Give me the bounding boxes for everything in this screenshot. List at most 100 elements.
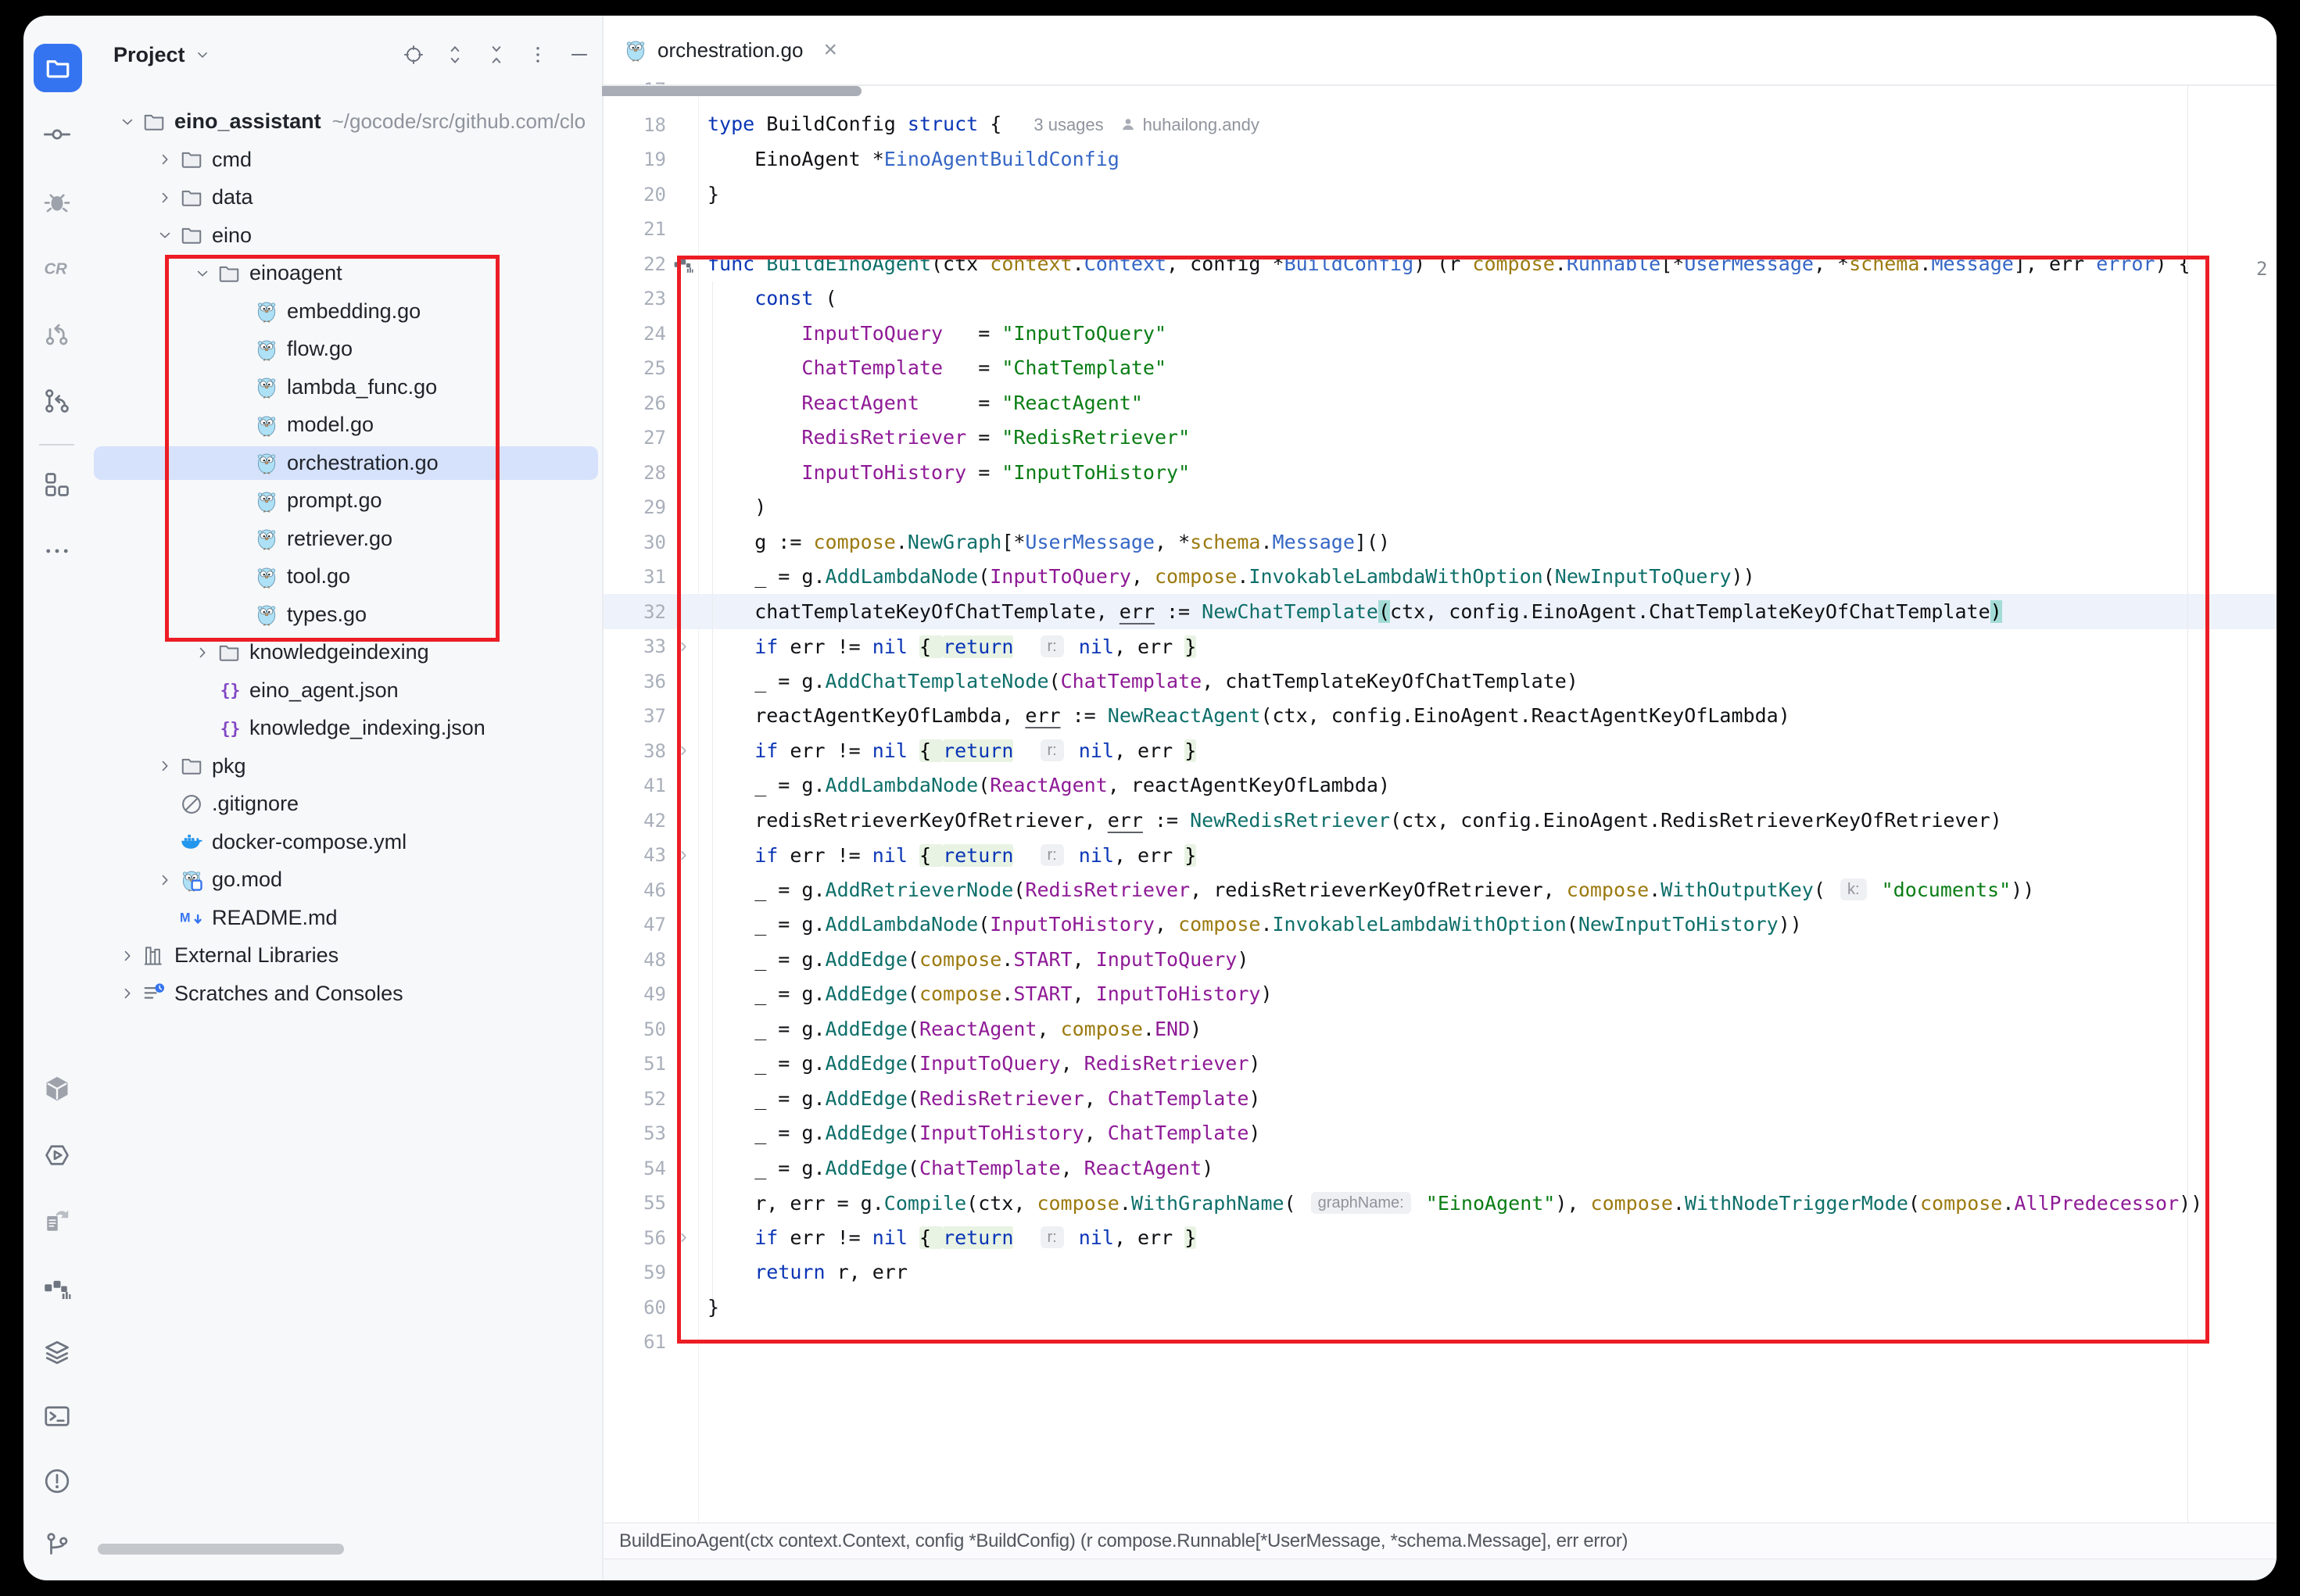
code-line-47[interactable]: 47 _ = g.AddLambdaNode(InputToHistory, c…	[602, 907, 2277, 943]
code-line-43[interactable]: 43 if err != nil { return r: nil, err }	[602, 838, 2277, 873]
md-file-icon: M	[180, 906, 203, 929]
chevron-right-icon[interactable]	[155, 758, 175, 774]
chevron-right-icon[interactable]	[117, 986, 138, 1001]
activity-bar-item-more-dots[interactable]	[23, 529, 90, 573]
code-line-48[interactable]: 48 _ = g.AddEdge(compose.START, InputToQ…	[602, 943, 2277, 978]
chevron-right-icon[interactable]	[117, 948, 138, 964]
code-line-18[interactable]: 18type BuildConfig struct { 3 usageshuha…	[602, 108, 2277, 143]
activity-bar-item-terminal[interactable]	[23, 1394, 90, 1438]
code-line-31[interactable]: 31 _ = g.AddLambdaNode(InputToQuery, com…	[602, 560, 2277, 595]
tree-item-lambda-func-go[interactable]: lambda_func.go	[90, 368, 602, 406]
chevron-right-icon[interactable]	[192, 645, 213, 660]
tree-item-eino-agent-json[interactable]: {}eino_agent.json	[90, 671, 602, 710]
tab-close-icon[interactable]: ×	[823, 38, 837, 62]
code-line-19[interactable]: 19 EinoAgent *EinoAgentBuildConfig	[602, 142, 2277, 177]
chevron-right-icon[interactable]	[155, 152, 175, 167]
tree-item-go-mod[interactable]: go.mod	[90, 861, 602, 899]
editor-tab-orchestration[interactable]: orchestration.go ×	[602, 16, 837, 84]
fold-collapsed-icon[interactable]	[666, 640, 700, 653]
code-line-27[interactable]: 27 RedisRetriever = "RedisRetriever"	[602, 420, 2277, 456]
code-line-24[interactable]: 24 InputToQuery = "InputToQuery"	[602, 317, 2277, 352]
code-line-29[interactable]: 29 )	[602, 490, 2277, 525]
chevron-down-icon[interactable]	[192, 266, 213, 281]
code-line-38[interactable]: 38 if err != nil { return r: nil, err }	[602, 734, 2277, 769]
code-line-37[interactable]: 37 reactAgentKeyOfLambda, err := NewReac…	[602, 699, 2277, 734]
code-line-42[interactable]: 42 redisRetrieverKeyOfRetriever, err := …	[602, 803, 2277, 839]
fold-collapsed-icon[interactable]	[666, 849, 700, 862]
tree-item-flow-go[interactable]: flow.go	[90, 330, 602, 368]
code-line-60[interactable]: 60}	[602, 1290, 2277, 1326]
code-line-53[interactable]: 53 _ = g.AddEdge(InputToHistory, ChatTem…	[602, 1116, 2277, 1151]
tree-item-orchestration-go[interactable]: orchestration.go	[90, 444, 602, 482]
activity-bar-item-project-folder[interactable]	[34, 44, 82, 92]
code-line-28[interactable]: 28 InputToHistory = "InputToHistory"	[602, 456, 2277, 491]
panel-editor-separator[interactable]	[602, 16, 604, 1580]
tree-item-cmd[interactable]: cmd	[90, 141, 602, 179]
code-line-25[interactable]: 25 ChatTemplate = "ChatTemplate"	[602, 351, 2277, 386]
activity-bar-item-commit[interactable]	[23, 113, 90, 156]
activity-bar-item-structure-squares[interactable]	[23, 463, 90, 506]
project-panel-horizontal-scrollbar[interactable]	[98, 1544, 344, 1555]
code-line-23[interactable]: 23 const (	[602, 281, 2277, 317]
tree-item-external-libraries[interactable]: External Libraries	[90, 936, 602, 975]
activity-bar-item-git-fork[interactable]	[23, 379, 90, 423]
tree-item-readme-md[interactable]: MREADME.md	[90, 899, 602, 937]
activity-bar-item-services-layers[interactable]	[23, 1330, 90, 1374]
tree-item-prompt-go[interactable]: prompt.go	[90, 481, 602, 520]
code-line-51[interactable]: 51 _ = g.AddEdge(InputToQuery, RedisRetr…	[602, 1047, 2277, 1082]
code-line-54[interactable]: 54 _ = g.AddEdge(ChatTemplate, ReactAgen…	[602, 1151, 2277, 1186]
code-line-61[interactable]: 61	[602, 1325, 2277, 1360]
activity-bar-item-code-review[interactable]: CR	[23, 246, 90, 290]
activity-bar-item-version-control-branch[interactable]	[23, 1523, 90, 1567]
tree-item-retriever-go[interactable]: retriever.go	[90, 520, 602, 558]
code-text: _ = g.AddEdge(compose.START, InputToQuer…	[708, 943, 1249, 978]
code-line-56[interactable]: 56 if err != nil { return r: nil, err }	[602, 1221, 2277, 1256]
tree-item-types-go[interactable]: types.go	[90, 596, 602, 634]
code-line-50[interactable]: 50 _ = g.AddEdge(ReactAgent, compose.END…	[602, 1012, 2277, 1047]
graph-gutter-icon[interactable]	[666, 254, 700, 274]
chevron-right-icon[interactable]	[155, 190, 175, 206]
code-line-30[interactable]: 30 g := compose.NewGraph[*UserMessage, *…	[602, 525, 2277, 560]
tree-item-embedding-go[interactable]: embedding.go	[90, 292, 602, 331]
chevron-down-icon[interactable]	[155, 227, 175, 243]
code-line-20[interactable]: 20}	[602, 177, 2277, 213]
tree-item-docker-compose-yml[interactable]: docker-compose.yml	[90, 823, 602, 861]
editor-horizontal-scrollbar[interactable]	[602, 86, 862, 96]
tree-item-knowledge-indexing-json[interactable]: {}knowledge_indexing.json	[90, 709, 602, 747]
fold-collapsed-icon[interactable]	[666, 1231, 700, 1244]
tree-item-einoagent[interactable]: einoagent	[90, 254, 602, 292]
activity-bar-item-problems[interactable]	[23, 1459, 90, 1503]
tree-item-eino[interactable]: eino	[90, 216, 602, 255]
code-line-26[interactable]: 26 ReactAgent = "ReactAgent"	[602, 386, 2277, 421]
code-line-36[interactable]: 36 _ = g.AddChatTemplateNode(ChatTemplat…	[602, 664, 2277, 700]
activity-bar-item-pull-request[interactable]	[23, 313, 90, 356]
code-line-41[interactable]: 41 _ = g.AddLambdaNode(ReactAgent, react…	[602, 768, 2277, 803]
tree-item-model-go[interactable]: model.go	[90, 406, 602, 444]
activity-bar-item-flow-graph[interactable]	[23, 1265, 90, 1309]
chevron-right-icon[interactable]	[155, 872, 175, 888]
tree-item-data[interactable]: data	[90, 178, 602, 216]
code-line-33[interactable]: 33 if err != nil { return r: nil, err }	[602, 629, 2277, 664]
tree-item-eino-assistant[interactable]: eino_assistant~/gocode/src/github.com/cl…	[90, 102, 602, 141]
code-line-21[interactable]: 21	[602, 212, 2277, 247]
tree-item--gitignore[interactable]: .gitignore	[90, 785, 602, 823]
activity-bar-item-debug-bug[interactable]	[23, 180, 90, 224]
tree-item-tool-go[interactable]: tool.go	[90, 557, 602, 596]
code-line-49[interactable]: 49 _ = g.AddEdge(compose.START, InputToH…	[602, 977, 2277, 1012]
activity-bar-item-coverage-doc[interactable]	[23, 1199, 90, 1243]
line-number: 33	[602, 635, 666, 657]
chevron-down-icon[interactable]	[117, 114, 138, 130]
code-line-59[interactable]: 59 return r, err	[602, 1255, 2277, 1290]
tree-item-scratches-and-consoles[interactable]: Scratches and Consoles	[90, 975, 602, 1013]
tree-item-label: types.go	[287, 603, 367, 627]
tree-item-knowledgeindexing[interactable]: knowledgeindexing	[90, 633, 602, 671]
code-line-52[interactable]: 52 _ = g.AddEdge(RedisRetriever, ChatTem…	[602, 1082, 2277, 1117]
code-line-55[interactable]: 55 r, err = g.Compile(ctx, compose.WithG…	[602, 1186, 2277, 1221]
activity-bar-item-package-cube[interactable]	[23, 1067, 90, 1111]
activity-bar-item-run-hexagon[interactable]	[23, 1133, 90, 1177]
fold-collapsed-icon[interactable]	[666, 744, 700, 757]
tree-item-pkg[interactable]: pkg	[90, 747, 602, 785]
code-line-46[interactable]: 46 _ = g.AddRetrieverNode(RedisRetriever…	[602, 873, 2277, 908]
code-line-32[interactable]: 32 chatTemplateKeyOfChatTemplate, err :=…	[602, 595, 2277, 630]
code-line-22[interactable]: 22func BuildEinoAgent(ctx context.Contex…	[602, 247, 2277, 282]
